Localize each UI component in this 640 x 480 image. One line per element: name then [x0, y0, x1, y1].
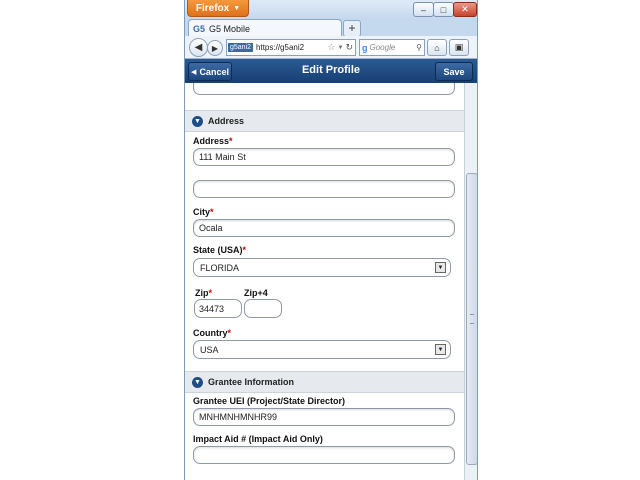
reload-icon[interactable]: ↻: [345, 42, 353, 53]
page-title: Edit Profile: [301, 64, 361, 76]
address-label-text: Address: [193, 136, 230, 146]
navigation-bar: ◀ ▶ g5ani2 https://g5ani2 ☆ ▼ ↻ g Google…: [185, 36, 477, 59]
form-content: ▼ Address Address* 111 Main St City* Oca…: [185, 83, 464, 480]
url-text: https://g5ani2: [256, 43, 305, 52]
section-address-header[interactable]: ▼ Address: [185, 110, 464, 132]
previous-field[interactable]: [193, 83, 455, 95]
browser-window: Firefox ▼ – □ ✕ G5 G5 Mobile + ◀ ▶ g5ani…: [184, 0, 478, 480]
close-window-button[interactable]: ✕: [453, 2, 477, 17]
section-grantee-header[interactable]: ▼ Grantee Information: [185, 371, 464, 393]
state-select[interactable]: FLORIDA ▼: [193, 258, 451, 277]
zip-label: Zip*: [195, 288, 212, 298]
country-label: Country*: [193, 328, 231, 338]
uei-input[interactable]: MNHMNHMNHR99: [193, 408, 455, 426]
required-marker: *: [242, 245, 247, 255]
g5-favicon-icon: G5: [193, 23, 206, 34]
address-line2-input[interactable]: [193, 180, 455, 198]
save-button[interactable]: Save: [435, 62, 473, 81]
city-label-text: City: [193, 207, 211, 217]
section-address-title: Address: [208, 116, 245, 126]
scrollbar-thumb[interactable]: [466, 173, 477, 465]
impact-aid-input[interactable]: [193, 446, 455, 464]
maximize-button[interactable]: □: [433, 2, 454, 17]
firefox-menu-button[interactable]: Firefox ▼: [187, 0, 249, 17]
app-header: ◀ Cancel Edit Profile Save: [185, 59, 477, 84]
search-placeholder: Google: [369, 43, 396, 52]
bookmarks-menu-icon[interactable]: ▣: [449, 39, 469, 56]
home-icon[interactable]: ⌂: [427, 39, 447, 56]
uei-label: Grantee UEI (Project/State Director): [193, 396, 346, 406]
forward-arrow-icon[interactable]: ▶: [207, 40, 223, 56]
zip4-label: Zip+4: [244, 288, 268, 298]
url-dropdown-icon[interactable]: ▼: [338, 45, 344, 51]
impact-aid-label: Impact Aid # (Impact Aid Only): [193, 434, 323, 444]
country-label-text: Country: [193, 328, 228, 338]
minimize-button[interactable]: –: [413, 2, 434, 17]
url-bar[interactable]: g5ani2 https://g5ani2 ☆ ▼ ↻: [226, 39, 356, 56]
zip-label-text: Zip: [195, 288, 209, 298]
zip-input[interactable]: 34473: [194, 299, 242, 318]
dropdown-arrow-icon[interactable]: ▼: [435, 344, 446, 355]
zip4-input[interactable]: [244, 299, 282, 318]
tab-bar: G5 G5 Mobile +: [185, 18, 477, 37]
scrollbar-grip: [470, 314, 474, 324]
chevron-down-icon: ▼: [192, 115, 203, 127]
search-input[interactable]: g Google ⚲: [359, 39, 425, 56]
tab-title: G5 Mobile: [209, 23, 251, 34]
country-selected-value: USA: [200, 344, 219, 355]
back-arrow-icon[interactable]: ◀: [189, 38, 208, 57]
section-grantee-title: Grantee Information: [208, 377, 295, 387]
chevron-down-icon: ▼: [233, 4, 241, 12]
country-select[interactable]: USA ▼: [193, 340, 451, 359]
address-label: Address*: [193, 136, 233, 146]
dropdown-arrow-icon[interactable]: ▼: [435, 262, 446, 273]
google-icon: g: [362, 42, 368, 53]
title-bar: Firefox ▼ – □ ✕: [185, 0, 477, 18]
chevron-down-icon: ▼: [192, 376, 203, 388]
state-label-text: State (USA): [193, 245, 243, 255]
state-label: State (USA)*: [193, 245, 246, 255]
bookmark-star-icon[interactable]: ☆: [327, 42, 335, 53]
required-marker: *: [227, 328, 232, 338]
city-label: City*: [193, 207, 214, 217]
state-selected-value: FLORIDA: [200, 262, 240, 273]
search-icon[interactable]: ⚲: [416, 43, 422, 52]
new-tab-button[interactable]: +: [343, 20, 361, 37]
required-marker: *: [210, 207, 214, 217]
required-marker: *: [229, 136, 233, 146]
site-identity-badge[interactable]: g5ani2: [228, 43, 254, 52]
city-input[interactable]: Ocala: [193, 219, 455, 237]
tab-g5-mobile[interactable]: G5 G5 Mobile: [188, 19, 342, 37]
required-marker: *: [208, 288, 213, 298]
firefox-menu-label: Firefox: [195, 2, 230, 14]
vertical-scrollbar[interactable]: [464, 83, 477, 480]
address-line1-input[interactable]: 111 Main St: [193, 148, 455, 166]
